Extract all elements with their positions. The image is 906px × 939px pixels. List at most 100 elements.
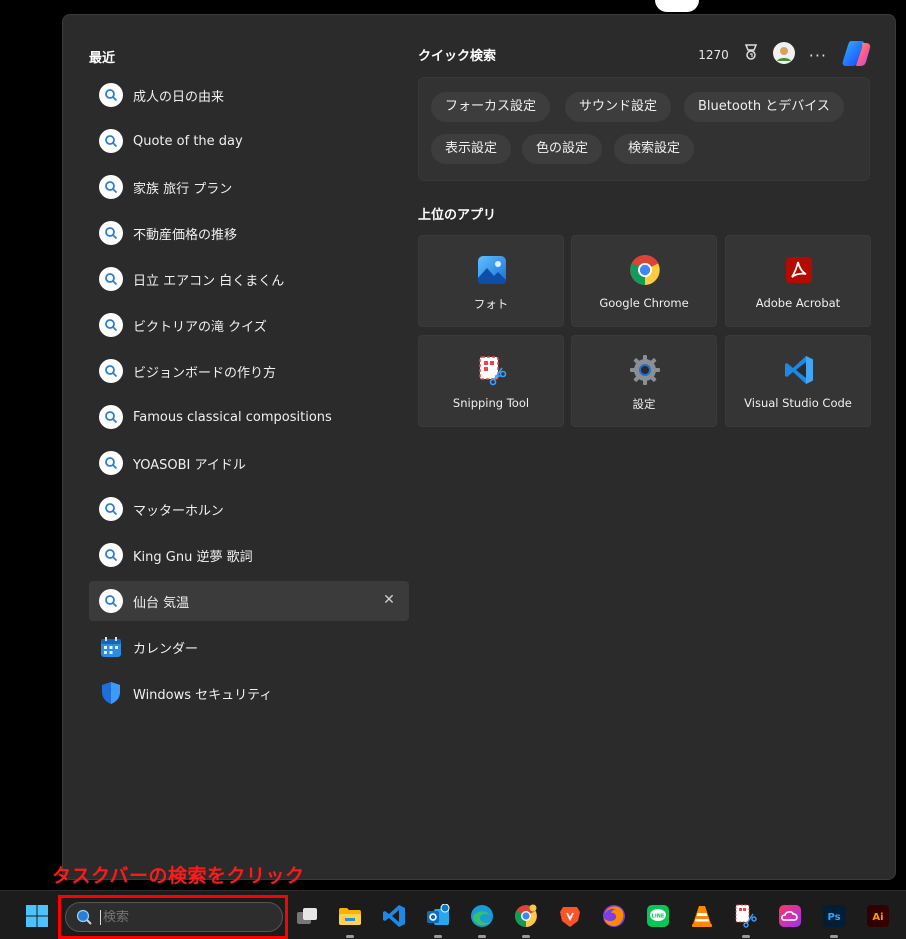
illustrator-icon[interactable]: Ai — [866, 904, 890, 928]
chip-color-settings[interactable]: 色の設定 — [522, 134, 603, 164]
recent-title: 最近 — [89, 51, 116, 66]
recent-item-label: 日立 エアコン 白くまくん — [133, 273, 285, 289]
recent-item-label: Windows セキュリティ — [133, 687, 273, 703]
search-icon — [99, 175, 123, 199]
settings-icon — [630, 355, 660, 385]
app-tile-photos[interactable]: フォト — [418, 235, 564, 327]
app-label: 設定 — [632, 397, 656, 411]
recent-item[interactable]: 不動産価格の推移 — [89, 213, 409, 253]
search-icon — [99, 589, 123, 613]
recent-item[interactable]: Windows セキュリティ — [89, 673, 409, 713]
instruction-callout: タスクバーの検索をクリック — [52, 865, 305, 887]
recent-item[interactable]: 家族 旅行 プラン — [89, 167, 409, 207]
vlc-icon[interactable] — [690, 904, 714, 928]
photoshop-icon[interactable]: Ps — [822, 904, 846, 928]
recent-item[interactable]: King Gnu 逆夢 歌詞 — [89, 535, 409, 575]
recent-item[interactable]: 日立 エアコン 白くまくん — [89, 259, 409, 299]
recent-item-label: マッターホルン — [133, 503, 224, 519]
recent-item-label: ビクトリアの滝 クイズ — [133, 319, 267, 335]
app-label: フォト — [473, 297, 509, 311]
snipping-tool-icon[interactable] — [734, 904, 758, 928]
running-indicator — [742, 935, 750, 938]
taskbar-search-box[interactable] — [65, 902, 283, 932]
search-icon — [99, 497, 123, 521]
running-indicator — [830, 935, 838, 938]
recent-item[interactable]: Famous classical compositions — [89, 397, 409, 437]
recent-item[interactable]: 仙台 気温 ✕ — [89, 581, 409, 621]
taskbar: LINE Ps Ai — [0, 890, 906, 939]
recent-item-label: King Gnu 逆夢 歌詞 — [133, 549, 253, 565]
app-label: Visual Studio Code — [744, 396, 852, 410]
search-icon — [99, 83, 123, 107]
svg-text:Ps: Ps — [827, 912, 840, 923]
recent-item[interactable]: Quote of the day — [89, 121, 409, 161]
app-label: Snipping Tool — [452, 396, 530, 410]
vscode-icon — [785, 356, 813, 384]
photos-icon — [478, 256, 506, 284]
chrome-canary-icon[interactable] — [514, 904, 538, 928]
vscode-icon[interactable] — [382, 904, 406, 928]
task-view-icon[interactable] — [295, 904, 319, 928]
windows-start-icon[interactable] — [25, 904, 49, 928]
search-icon — [99, 451, 123, 475]
recent-item-label: Quote of the day — [133, 133, 243, 149]
quick-search-header: クイック検索 1270 ··· — [418, 41, 873, 69]
file-explorer-icon[interactable] — [338, 904, 362, 928]
chip-focus-settings[interactable]: フォーカス設定 — [431, 92, 551, 122]
quick-search-title: クイック検索 — [418, 49, 497, 64]
recent-item[interactable]: YOASOBI アイドル — [89, 443, 409, 483]
search-icon — [99, 405, 123, 429]
rewards-points[interactable]: 1270 — [698, 48, 729, 62]
copilot-icon[interactable] — [841, 39, 873, 71]
recent-item[interactable]: マッターホルン — [89, 489, 409, 529]
search-icon — [99, 267, 123, 291]
app-tile-adobe-acrobat[interactable]: Adobe Acrobat — [725, 235, 871, 327]
running-indicator — [478, 935, 486, 938]
app-tile-snipping-tool[interactable]: Snipping Tool — [418, 335, 564, 427]
chip-sound-settings[interactable]: サウンド設定 — [565, 92, 672, 122]
recent-item[interactable]: ビジョンボードの作り方 — [89, 351, 409, 391]
recent-item-label: YOASOBI アイドル — [133, 457, 246, 473]
search-icon — [99, 543, 123, 567]
snipping-tool-icon — [479, 356, 507, 386]
search-icon — [99, 129, 123, 153]
app-tile-settings[interactable]: 設定 — [571, 335, 717, 427]
line-icon[interactable]: LINE — [646, 904, 670, 928]
recent-item[interactable]: ビクトリアの滝 クイズ — [89, 305, 409, 345]
outlook-icon[interactable] — [426, 904, 450, 928]
avatar[interactable] — [772, 42, 795, 68]
search-flyout: 最近 成人の日の由来 Quote of the day 家族 旅行 プラン 不動産価格… — [62, 14, 896, 880]
recent-list: 成人の日の由来 Quote of the day 家族 旅行 プラン 不動産価格の推移… — [89, 75, 409, 719]
close-icon[interactable]: ✕ — [381, 592, 397, 608]
firefox-icon[interactable] — [602, 904, 626, 928]
search-icon — [99, 359, 123, 383]
chip-display-settings[interactable]: 表示設定 — [431, 134, 512, 164]
chip-bluetooth-devices[interactable]: Bluetooth とデバイス — [684, 92, 844, 122]
top-apps-title: 上位のアプリ — [418, 208, 497, 223]
rewards-icon[interactable] — [743, 44, 759, 66]
more-options-button[interactable]: ··· — [809, 46, 827, 65]
recent-item[interactable]: カレンダー — [89, 627, 409, 667]
recent-item-label: カレンダー — [133, 641, 199, 657]
search-highlight-frame — [58, 895, 288, 939]
running-indicator — [434, 935, 442, 938]
brave-icon[interactable] — [558, 904, 582, 928]
running-indicator — [522, 935, 530, 938]
running-indicator — [346, 935, 354, 938]
edge-icon[interactable] — [470, 904, 494, 928]
recent-item[interactable]: 成人の日の由来 — [89, 75, 409, 115]
svg-text:LINE: LINE — [652, 914, 665, 920]
search-input[interactable] — [100, 909, 260, 925]
app-label: Google Chrome — [599, 296, 689, 310]
app-tile-visual-studio-code[interactable]: Visual Studio Code — [725, 335, 871, 427]
top-notch — [655, 0, 699, 12]
recent-item-label: ビジョンボードの作り方 — [133, 365, 277, 381]
chrome-icon — [630, 255, 660, 285]
app-label: Adobe Acrobat — [755, 296, 841, 310]
chip-search-settings[interactable]: 検索設定 — [614, 134, 695, 164]
recent-item-label: Famous classical compositions — [133, 409, 332, 425]
svg-text:Ai: Ai — [872, 912, 883, 923]
creative-cloud-icon[interactable] — [778, 904, 802, 928]
app-tile-google-chrome[interactable]: Google Chrome — [571, 235, 717, 327]
calendar-icon — [99, 635, 123, 659]
